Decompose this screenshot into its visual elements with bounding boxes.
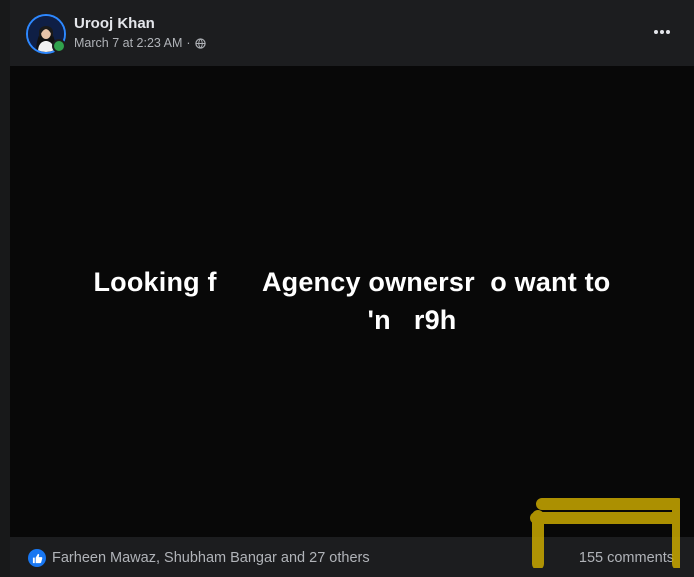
more-dot	[666, 30, 671, 34]
comments-count[interactable]: 155 comments	[579, 550, 674, 566]
more-options-button[interactable]	[650, 20, 674, 44]
more-dot	[660, 30, 664, 34]
like-icon[interactable]	[28, 549, 46, 567]
author-name[interactable]: Urooj Khan	[74, 15, 155, 32]
post-text: Looking f Agency ownersr o want to 'n r9…	[10, 263, 694, 339]
reactions-summary[interactable]: Farheen Mawaz, Shubham Bangar and 27 oth…	[52, 550, 370, 566]
post-timestamp[interactable]: March 7 at 2:23 AM	[74, 36, 182, 50]
online-status-icon	[52, 39, 66, 53]
post-text-line-2: 'n r9h	[367, 305, 457, 335]
globe-icon[interactable]	[194, 37, 206, 49]
post-footer: Farheen Mawaz, Shubham Bangar and 27 oth…	[10, 537, 694, 577]
thumbs-up-icon	[32, 553, 42, 563]
post-meta: March 7 at 2:23 AM ·	[74, 36, 206, 50]
post-media[interactable]: Looking f Agency ownersr o want to 'n r9…	[10, 66, 694, 537]
meta-separator: ·	[186, 36, 191, 50]
post-text-line-1: Looking f Agency ownersr o want to	[93, 267, 611, 297]
more-horizontal-icon	[653, 30, 658, 34]
post-card: Urooj Khan March 7 at 2:23 AM · Looking …	[10, 0, 694, 577]
left-gutter	[0, 0, 10, 577]
post-header: Urooj Khan March 7 at 2:23 AM ·	[10, 0, 694, 66]
author-avatar[interactable]	[26, 14, 66, 54]
